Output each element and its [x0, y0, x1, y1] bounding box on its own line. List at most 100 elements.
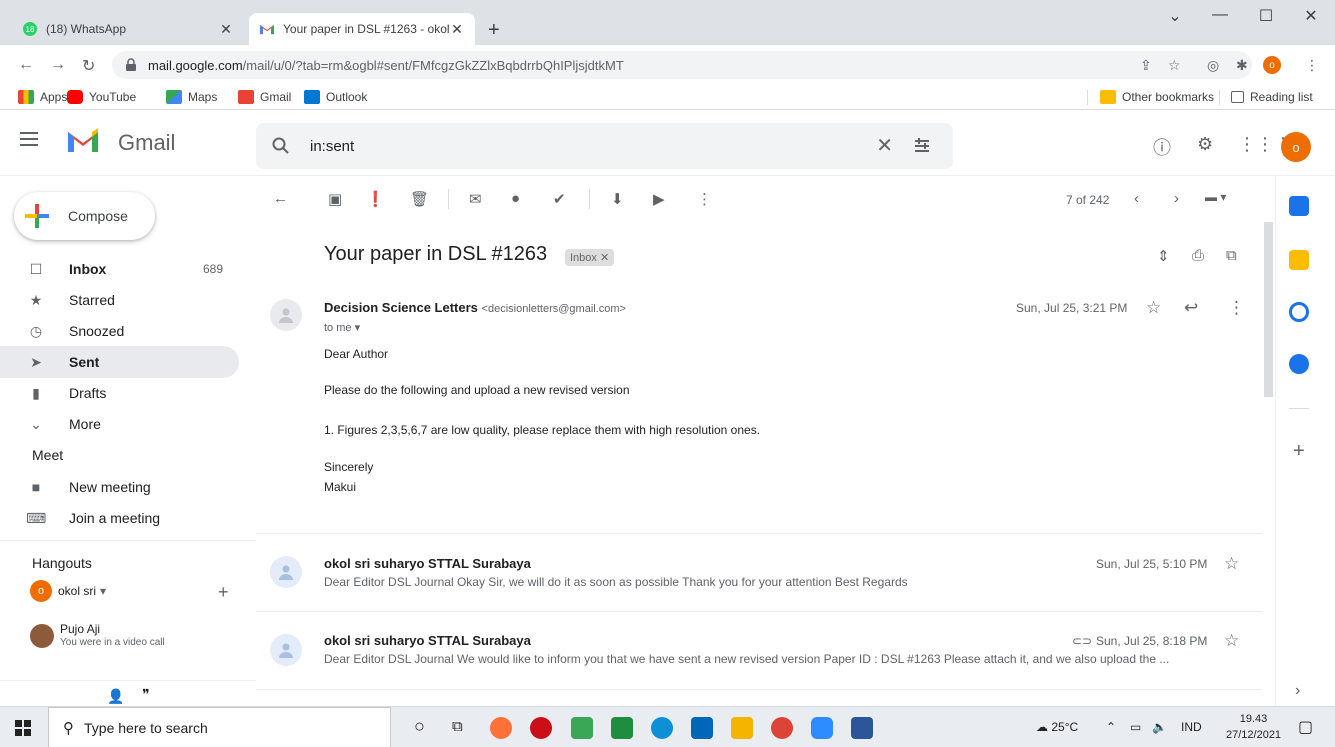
remove-label-icon[interactable]: ✕	[600, 252, 609, 264]
reply-icon[interactable]: ↩	[1184, 298, 1198, 318]
file-explorer-icon[interactable]	[731, 717, 753, 739]
calendar-icon[interactable]	[1289, 196, 1309, 216]
firefox-icon[interactable]	[490, 717, 512, 739]
report-spam-icon[interactable]: ❗	[366, 190, 385, 208]
get-addons-icon[interactable]: +	[1293, 440, 1305, 463]
system-clock[interactable]: 19.43 27/12/2021	[1226, 711, 1281, 743]
search-options-icon[interactable]	[913, 137, 931, 155]
star-message-icon[interactable]: ☆	[1224, 631, 1239, 651]
forward-icon[interactable]: →	[50, 56, 66, 74]
message-sender[interactable]: okol sri suharyo STTAL Surabaya	[324, 633, 531, 648]
nav-item-starred[interactable]: ★ Starred	[0, 284, 239, 316]
close-window-button[interactable]: ✕	[1288, 6, 1334, 26]
chrome-icon[interactable]	[771, 717, 793, 739]
gmail-logo[interactable]	[66, 128, 100, 154]
tab-gmail[interactable]: Your paper in DSL #1263 - okolsr ✕	[249, 13, 475, 45]
taskbar-search[interactable]: ⚲ Type here to search	[48, 707, 391, 747]
hangouts-contact[interactable]: Pujo Aji You were in a video call	[30, 623, 165, 649]
bookmark-youtube[interactable]: YouTube	[67, 90, 136, 104]
print-icon[interactable]: ⎙	[1192, 247, 1204, 264]
message-more-icon[interactable]: ⋮	[1228, 298, 1245, 318]
message-sender[interactable]: okol sri suharyo STTAL Surabaya	[324, 556, 531, 571]
recipients-toggle[interactable]: to me ▾	[324, 321, 360, 334]
back-to-list-icon[interactable]: ←	[273, 190, 288, 207]
nav-item-drafts[interactable]: ▮ Drafts	[0, 377, 239, 409]
message-snippet[interactable]: Dear Editor DSL Journal We would like to…	[324, 652, 1244, 666]
delete-icon[interactable]: 🗑	[410, 190, 429, 208]
clear-search-icon[interactable]: ✕	[876, 133, 893, 158]
bookmark-maps[interactable]: Maps	[166, 90, 217, 104]
notifications-icon[interactable]: ▢	[1298, 717, 1313, 737]
scrollbar-thumb[interactable]	[1264, 222, 1273, 397]
tab-whatsapp[interactable]: 18 (18) WhatsApp ✕	[12, 13, 244, 45]
move-to-icon[interactable]: ⬇	[611, 190, 624, 208]
store-icon[interactable]	[691, 717, 713, 739]
profile-avatar[interactable]: o	[1263, 56, 1281, 74]
reload-icon[interactable]: ↻	[82, 56, 95, 76]
maximize-button[interactable]: ☐	[1243, 6, 1289, 26]
zoom-icon[interactable]	[811, 717, 833, 739]
show-side-panel-icon[interactable]: ›	[1295, 682, 1300, 700]
photos-icon[interactable]	[571, 717, 593, 739]
other-bookmarks[interactable]: Other bookmarks	[1100, 90, 1214, 104]
volume-icon[interactable]: 🔈	[1152, 720, 1167, 734]
browser-menu-icon[interactable]: ⋮	[1305, 57, 1319, 74]
add-to-tasks-icon[interactable]: ✔	[553, 190, 566, 208]
message-snippet[interactable]: Dear Editor DSL Journal Okay Sir, we wil…	[324, 575, 1244, 589]
mail-search-bar[interactable]: in:sent ✕	[256, 123, 953, 169]
tray-overflow-icon[interactable]: ⌃	[1106, 720, 1116, 734]
hangouts-self[interactable]: o okol sri ▾	[30, 580, 106, 602]
bookmark-gmail[interactable]: Gmail	[238, 90, 291, 104]
star-message-icon[interactable]: ☆	[1224, 554, 1239, 574]
extension-globe-icon[interactable]: ◎	[1207, 57, 1219, 74]
input-tools-icon[interactable]: ▬ ▾	[1205, 190, 1226, 204]
help-icon[interactable]: ⓘ	[1153, 134, 1171, 160]
address-bar[interactable]: mail.google.com/mail/u/0/?tab=rm&ogbl#se…	[112, 51, 1252, 79]
main-menu-icon[interactable]	[20, 132, 38, 146]
windows-start-icon[interactable]	[15, 720, 31, 736]
nav-item-snoozed[interactable]: ◷ Snoozed	[0, 315, 239, 347]
new-tab-button[interactable]: +	[488, 20, 500, 40]
account-avatar[interactable]: o	[1281, 132, 1311, 162]
close-tab-icon[interactable]: ✕	[218, 21, 234, 38]
extensions-puzzle-icon[interactable]: ✱	[1236, 57, 1248, 74]
share-icon[interactable]: ⇪	[1140, 57, 1152, 74]
nav-item-more[interactable]: ⌄ More	[0, 408, 239, 440]
minimize-button[interactable]: —	[1197, 6, 1243, 24]
bookmark-apps[interactable]: Apps	[18, 90, 67, 104]
bookmark-outlook[interactable]: Outlook	[304, 90, 367, 104]
notes-app-icon[interactable]	[611, 717, 633, 739]
open-new-window-icon[interactable]: ⧉	[1226, 247, 1237, 264]
task-view-icon[interactable]: ⧉	[452, 718, 463, 735]
older-icon[interactable]: ›	[1174, 190, 1179, 207]
tasks-icon[interactable]	[1289, 302, 1309, 322]
mark-unread-icon[interactable]: ✉	[469, 190, 482, 208]
star-message-icon[interactable]: ☆	[1146, 298, 1161, 318]
edge-icon[interactable]	[651, 717, 673, 739]
newer-icon[interactable]: ‹	[1134, 190, 1139, 207]
close-tab-icon[interactable]: ✕	[449, 21, 465, 38]
reading-list[interactable]: Reading list	[1231, 90, 1313, 104]
contacts-icon[interactable]: 👤	[107, 688, 124, 705]
weather-widget[interactable]: ☁ 25°C	[1036, 720, 1078, 734]
bookmark-star-icon[interactable]: ☆	[1168, 57, 1181, 74]
opera-icon[interactable]	[530, 717, 552, 739]
back-icon[interactable]: ←	[18, 56, 34, 74]
archive-icon[interactable]: ▣	[328, 190, 342, 208]
snooze-icon[interactable]: ●	[511, 190, 520, 207]
keep-icon[interactable]	[1289, 250, 1309, 270]
word-icon[interactable]	[851, 717, 873, 739]
search-icon[interactable]	[272, 137, 290, 155]
search-input[interactable]: in:sent	[310, 138, 354, 155]
cortana-icon[interactable]: ○	[414, 716, 425, 737]
status-dropdown-icon[interactable]: ▾	[100, 584, 106, 598]
tab-search-icon[interactable]: ⌄	[1152, 6, 1198, 26]
contacts-panel-icon[interactable]	[1289, 354, 1309, 374]
nav-item-inbox[interactable]: ☐ Inbox 689	[0, 253, 239, 285]
inbox-label-chip[interactable]: Inbox ✕	[565, 249, 615, 266]
settings-gear-icon[interactable]: ⚙	[1197, 134, 1213, 155]
input-language[interactable]: IND	[1181, 720, 1202, 734]
new-meeting-item[interactable]: ■ New meeting	[0, 471, 239, 503]
nav-item-sent[interactable]: ➤ Sent	[0, 346, 239, 378]
expand-all-icon[interactable]: ⇕	[1157, 247, 1170, 265]
